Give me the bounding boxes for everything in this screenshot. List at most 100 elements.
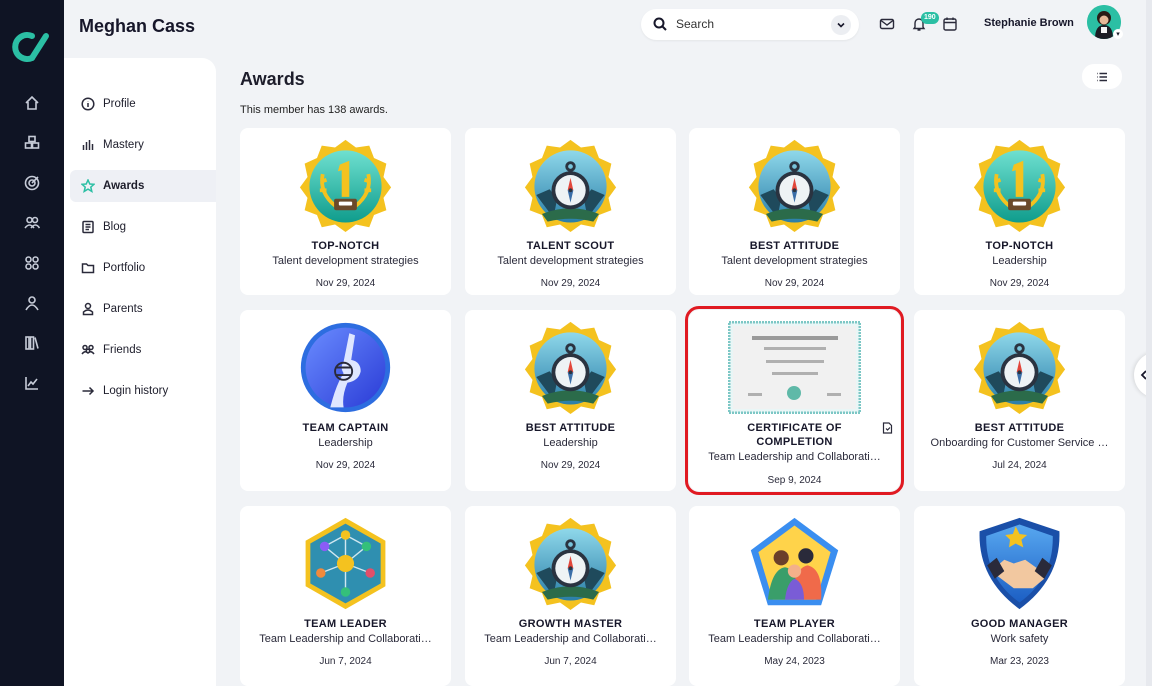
apps-grid-icon[interactable] xyxy=(22,253,42,273)
award-name: TEAM PLAYER xyxy=(753,618,836,630)
calendar-icon[interactable] xyxy=(942,16,960,34)
handshake-badge-icon xyxy=(972,516,1067,611)
team-badge-icon xyxy=(747,516,842,611)
scrollbar[interactable] xyxy=(1146,0,1152,686)
nav-item-blog[interactable]: Blog xyxy=(70,211,216,243)
friends-icon xyxy=(81,344,95,355)
award-category: Leadership xyxy=(318,437,373,449)
nav-label: Mastery xyxy=(103,139,144,151)
award-category: Work safety xyxy=(990,633,1049,645)
page-title: Awards xyxy=(240,69,305,89)
award-card[interactable]: BEST ATTITUDE Talent development strateg… xyxy=(689,128,900,295)
search-box[interactable]: Search xyxy=(641,9,859,40)
award-date: May 24, 2023 xyxy=(764,656,825,667)
award-name: BEST ATTITUDE xyxy=(974,422,1065,434)
award-name: GROWTH MASTER xyxy=(518,618,623,630)
search-label: Search xyxy=(676,17,715,31)
compass-badge-icon xyxy=(523,516,618,611)
nav-label: Awards xyxy=(103,180,145,192)
nav-label: Portfolio xyxy=(103,262,146,274)
nav-item-portfolio[interactable]: Portfolio xyxy=(70,252,216,284)
analytics-icon[interactable] xyxy=(22,373,42,393)
chevron-down-icon[interactable] xyxy=(831,15,851,35)
award-name: BEST ATTITUDE xyxy=(525,422,616,434)
award-date: Nov 29, 2024 xyxy=(315,278,376,289)
nav-item-friends[interactable]: Friends xyxy=(70,334,216,366)
award-category: Talent development strategies xyxy=(272,255,419,267)
award-category: Team Leadership and Collaborati… xyxy=(708,451,881,463)
nav-label: Parents xyxy=(103,303,143,315)
award-card[interactable]: BEST ATTITUDE Leadership Nov 29, 2024 xyxy=(465,310,676,491)
star-icon xyxy=(81,179,95,193)
nav-label: Profile xyxy=(103,98,136,110)
trophy-badge-icon xyxy=(298,138,393,233)
award-name: TOP-NOTCH xyxy=(985,240,1054,252)
award-card[interactable]: TOP-NOTCH Leadership Nov 29, 2024 xyxy=(914,128,1125,295)
user-icon[interactable] xyxy=(22,293,42,313)
avatar-chevron-icon[interactable]: ▾ xyxy=(1113,29,1123,39)
award-name: BEST ATTITUDE xyxy=(749,240,840,252)
app-logo[interactable] xyxy=(12,30,52,64)
list-icon xyxy=(1097,72,1107,81)
award-date: Mar 23, 2023 xyxy=(990,656,1049,667)
nav-label: Login history xyxy=(103,385,169,397)
award-card[interactable]: BEST ATTITUDE Onboarding for Customer Se… xyxy=(914,310,1125,491)
award-date: Sep 9, 2024 xyxy=(767,475,822,486)
award-date: Nov 29, 2024 xyxy=(989,278,1050,289)
award-card[interactable]: TEAM LEADER Team Leadership and Collabor… xyxy=(240,506,451,686)
award-date: Jul 24, 2024 xyxy=(992,460,1047,471)
award-card[interactable]: TEAM PLAYER Team Leadership and Collabor… xyxy=(689,506,900,686)
award-category: Team Leadership and Collaborati… xyxy=(708,633,881,645)
award-card[interactable]: GROWTH MASTER Team Leadership and Collab… xyxy=(465,506,676,686)
info-icon xyxy=(81,97,95,111)
award-category: Talent development strategies xyxy=(497,255,644,267)
award-name: TEAM CAPTAIN xyxy=(302,422,389,434)
document-icon xyxy=(82,220,94,234)
trophy-badge-icon xyxy=(972,138,1067,233)
award-name-line: CERTIFICATE OF xyxy=(747,422,842,434)
award-card[interactable]: TOP-NOTCH Talent development strategies … xyxy=(240,128,451,295)
home-icon[interactable] xyxy=(22,93,42,113)
nav-label: Blog xyxy=(103,221,127,233)
user-name[interactable]: Stephanie Brown xyxy=(984,17,1074,29)
award-date: Jun 7, 2024 xyxy=(319,656,372,667)
member-name: Meghan Cass xyxy=(79,16,196,36)
group-icon[interactable] xyxy=(22,213,42,233)
award-name: TEAM LEADER xyxy=(304,618,387,630)
nav-item-awards[interactable]: Awards xyxy=(70,170,216,202)
award-date: Nov 29, 2024 xyxy=(764,278,825,289)
folder-icon xyxy=(81,263,95,274)
award-category: Talent development strategies xyxy=(721,255,868,267)
award-date: Nov 29, 2024 xyxy=(540,460,601,471)
boxes-icon[interactable] xyxy=(22,133,42,153)
nav-item-parents[interactable]: Parents xyxy=(70,293,216,325)
bar-chart-icon xyxy=(82,140,94,150)
list-view-button[interactable] xyxy=(1082,64,1122,89)
award-category: Leadership xyxy=(543,437,598,449)
award-category: Team Leadership and Collaborati… xyxy=(259,633,432,645)
network-badge-icon xyxy=(298,516,393,611)
compass-badge-icon xyxy=(972,320,1067,415)
award-category: Onboarding for Customer Service … xyxy=(930,437,1109,449)
parent-icon xyxy=(82,302,94,316)
award-card[interactable]: TALENT SCOUT Talent development strategi… xyxy=(465,128,676,295)
certificate-card[interactable]: CERTIFICATE OF COMPLETION Team Leadershi… xyxy=(685,306,904,495)
award-name: TALENT SCOUT xyxy=(526,240,615,252)
award-date: Nov 29, 2024 xyxy=(315,460,376,471)
profile-nav: Profile Mastery Awards Blog Portfolio Pa… xyxy=(64,58,216,686)
nav-item-profile[interactable]: Profile xyxy=(70,88,216,120)
compass-badge-icon xyxy=(747,138,842,233)
nav-item-mastery[interactable]: Mastery xyxy=(70,129,216,161)
mail-icon[interactable] xyxy=(879,16,897,34)
award-card[interactable]: GOOD MANAGER Work safety Mar 23, 2023 xyxy=(914,506,1125,686)
award-date: Jun 7, 2024 xyxy=(544,656,597,667)
nav-item-login-history[interactable]: Login history xyxy=(70,375,216,407)
app-rail xyxy=(0,0,64,686)
document-download-icon[interactable] xyxy=(882,421,893,439)
target-icon[interactable] xyxy=(22,173,42,193)
award-name-line: COMPLETION xyxy=(756,436,833,448)
award-card[interactable]: TEAM CAPTAIN Leadership Nov 29, 2024 xyxy=(240,310,451,491)
library-icon[interactable] xyxy=(22,333,42,353)
captain-badge-icon xyxy=(298,320,393,415)
compass-badge-icon xyxy=(523,320,618,415)
